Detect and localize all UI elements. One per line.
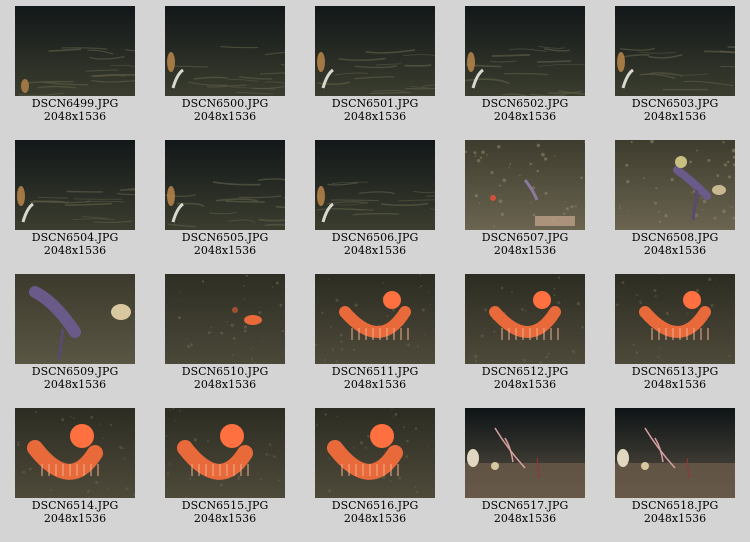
thumbnail-dimensions: 2048x1536 [493,110,557,123]
thumbnail-dimensions: 2048x1536 [343,110,407,123]
thumbnail-image[interactable] [465,6,585,96]
thumbnail-image[interactable] [315,274,435,364]
thumbnail-filename: DSCN6503.JPG [631,97,719,110]
thumbnail-dimensions: 2048x1536 [343,378,407,391]
thumbnail-item[interactable]: DSCN6513.JPG 2048x1536 [600,268,750,398]
thumbnail-dimensions: 2048x1536 [343,512,407,525]
thumbnail-filename: DSCN6517.JPG [481,499,569,512]
thumbnail-item[interactable]: DSCN6507.JPG 2048x1536 [450,134,600,264]
thumbnail-image[interactable] [165,6,285,96]
thumbnail-image[interactable] [15,6,135,96]
thumbnail-dimensions: 2048x1536 [193,512,257,525]
thumbnail-item[interactable]: DSCN6500.JPG 2048x1536 [150,0,300,130]
thumbnail-item[interactable]: DSCN6499.JPG 2048x1536 [0,0,150,130]
thumbnail-image[interactable] [465,408,585,498]
thumbnail-filename: DSCN6500.JPG [181,97,269,110]
thumbnail-grid: DSCN6499.JPG 2048x1536 DSCN6500.JPG 2048x15… [0,0,750,542]
thumbnail-image[interactable] [315,140,435,230]
thumbnail-dimensions: 2048x1536 [193,378,257,391]
thumbnail-image[interactable] [165,408,285,498]
thumbnail-dimensions: 2048x1536 [43,244,107,257]
thumbnail-filename: DSCN6506.JPG [331,231,419,244]
thumbnail-item[interactable]: DSCN6508.JPG 2048x1536 [600,134,750,264]
thumbnail-dimensions: 2048x1536 [43,512,107,525]
thumbnail-filename: DSCN6514.JPG [31,499,119,512]
thumbnail-item[interactable]: DSCN6505.JPG 2048x1536 [150,134,300,264]
thumbnail-image[interactable] [315,408,435,498]
thumbnail-image[interactable] [465,140,585,230]
thumbnail-dimensions: 2048x1536 [193,110,257,123]
thumbnail-dimensions: 2048x1536 [493,512,557,525]
thumbnail-dimensions: 2048x1536 [493,244,557,257]
thumbnail-item[interactable]: DSCN6502.JPG 2048x1536 [450,0,600,130]
thumbnail-image[interactable] [615,140,735,230]
thumbnail-item[interactable]: DSCN6504.JPG 2048x1536 [0,134,150,264]
thumbnail-filename: DSCN6507.JPG [481,231,569,244]
thumbnail-dimensions: 2048x1536 [643,512,707,525]
thumbnail-dimensions: 2048x1536 [643,110,707,123]
thumbnail-item[interactable]: DSCN6517.JPG 2048x1536 [450,402,600,532]
thumbnail-dimensions: 2048x1536 [643,378,707,391]
thumbnail-item[interactable]: DSCN6512.JPG 2048x1536 [450,268,600,398]
thumbnail-dimensions: 2048x1536 [43,110,107,123]
thumbnail-item[interactable]: DSCN6514.JPG 2048x1536 [0,402,150,532]
thumbnail-dimensions: 2048x1536 [493,378,557,391]
thumbnail-filename: DSCN6516.JPG [331,499,419,512]
thumbnail-filename: DSCN6509.JPG [31,365,119,378]
thumbnail-item[interactable]: DSCN6515.JPG 2048x1536 [150,402,300,532]
thumbnail-item[interactable]: DSCN6506.JPG 2048x1536 [300,134,450,264]
thumbnail-dimensions: 2048x1536 [43,378,107,391]
thumbnail-image[interactable] [15,408,135,498]
thumbnail-item[interactable]: DSCN6511.JPG 2048x1536 [300,268,450,398]
thumbnail-image[interactable] [615,274,735,364]
thumbnail-dimensions: 2048x1536 [343,244,407,257]
thumbnail-filename: DSCN6513.JPG [631,365,719,378]
thumbnail-item[interactable]: DSCN6510.JPG 2048x1536 [150,268,300,398]
thumbnail-image[interactable] [165,140,285,230]
thumbnail-filename: DSCN6505.JPG [181,231,269,244]
thumbnail-filename: DSCN6508.JPG [631,231,719,244]
thumbnail-item[interactable]: DSCN6516.JPG 2048x1536 [300,402,450,532]
thumbnail-image[interactable] [615,408,735,498]
thumbnail-image[interactable] [15,140,135,230]
thumbnail-filename: DSCN6499.JPG [31,97,119,110]
thumbnail-item[interactable]: DSCN6503.JPG 2048x1536 [600,0,750,130]
thumbnail-item[interactable]: DSCN6518.JPG 2048x1536 [600,402,750,532]
thumbnail-filename: DSCN6512.JPG [481,365,569,378]
thumbnail-image[interactable] [465,274,585,364]
thumbnail-image[interactable] [15,274,135,364]
thumbnail-dimensions: 2048x1536 [193,244,257,257]
thumbnail-filename: DSCN6515.JPG [181,499,269,512]
thumbnail-filename: DSCN6510.JPG [181,365,269,378]
thumbnail-dimensions: 2048x1536 [643,244,707,257]
thumbnail-image[interactable] [315,6,435,96]
thumbnail-item[interactable]: DSCN6501.JPG 2048x1536 [300,0,450,130]
thumbnail-image[interactable] [615,6,735,96]
thumbnail-image[interactable] [165,274,285,364]
thumbnail-filename: DSCN6501.JPG [331,97,419,110]
thumbnail-item[interactable]: DSCN6509.JPG 2048x1536 [0,268,150,398]
thumbnail-filename: DSCN6504.JPG [31,231,119,244]
thumbnail-filename: DSCN6518.JPG [631,499,719,512]
thumbnail-filename: DSCN6511.JPG [331,365,419,378]
thumbnail-filename: DSCN6502.JPG [481,97,569,110]
